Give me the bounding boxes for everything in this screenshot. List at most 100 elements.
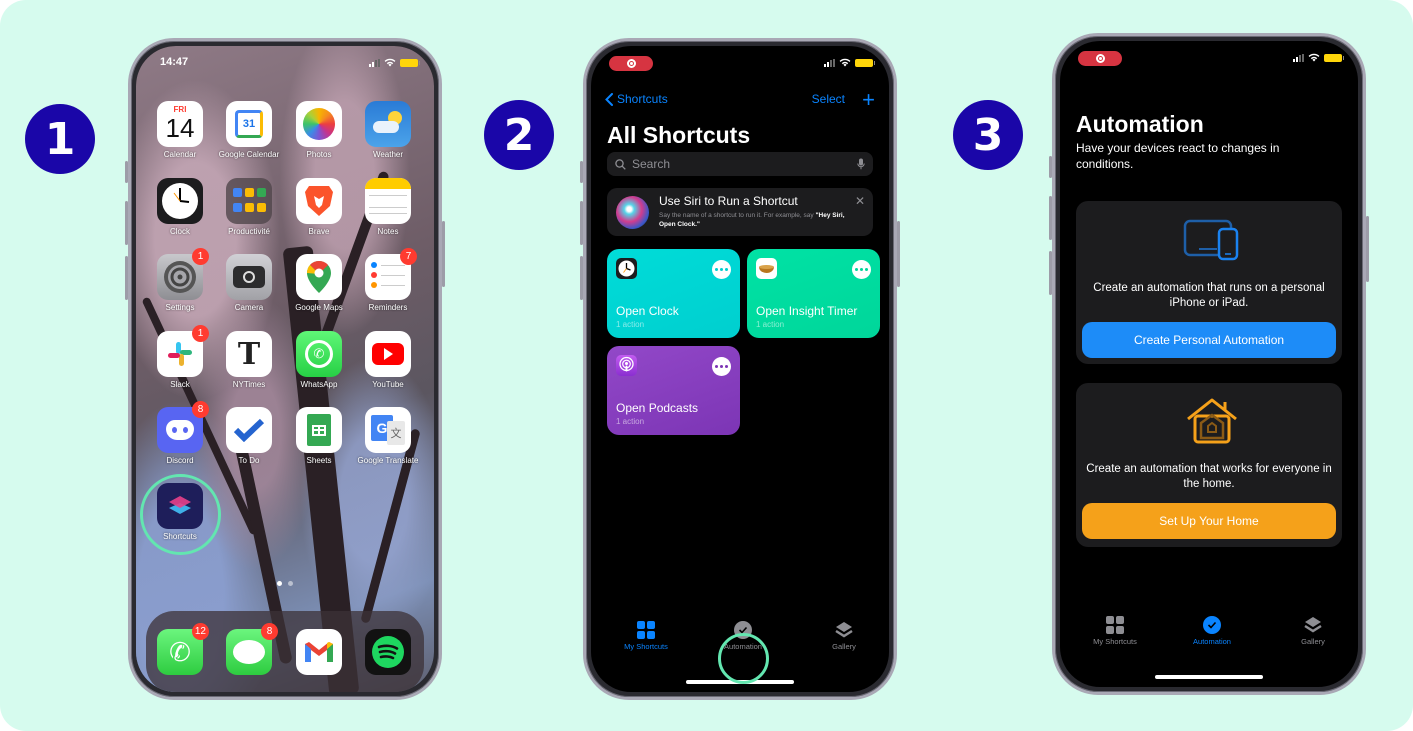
app-camera[interactable]: Camera	[224, 254, 274, 312]
step-badge-2: 2	[484, 100, 554, 170]
set-up-home-button[interactable]: Set Up Your Home	[1082, 503, 1336, 539]
app-brave[interactable]: Brave	[294, 178, 344, 236]
discord-icon: 8	[157, 401, 209, 453]
more-options-button[interactable]	[712, 260, 731, 279]
app-label: To Do	[238, 456, 260, 465]
app-photos[interactable]: Photos	[294, 101, 344, 159]
tab-gallery[interactable]: Gallery	[804, 620, 884, 651]
home-indicator[interactable]	[1155, 675, 1263, 679]
app-to-do[interactable]: To Do	[224, 407, 274, 465]
shortcut-tile-open-insight-timer[interactable]: Open Insight Timer 1 action	[747, 249, 880, 338]
shortcut-action-count: 1 action	[756, 320, 785, 329]
siri-tip-body: Say the name of a shortcut to run it. Fo…	[659, 211, 859, 229]
create-personal-automation-button[interactable]: Create Personal Automation	[1082, 322, 1336, 358]
app-sheets[interactable]: Sheets	[294, 407, 344, 465]
whatsapp-icon: ✆	[296, 331, 342, 377]
more-options-button[interactable]	[852, 260, 871, 279]
devices-icon	[1183, 219, 1239, 261]
app-slack[interactable]: 1 Slack	[155, 325, 209, 389]
app-messages[interactable]: 8	[224, 623, 278, 675]
app-youtube[interactable]: YouTube	[363, 331, 413, 389]
app-google-translate[interactable]: G 文 Google Translate	[358, 407, 418, 465]
brave-icon	[296, 178, 342, 224]
battery-icon	[1324, 53, 1344, 62]
app-calendar[interactable]: FRI 14 Calendar	[155, 101, 205, 159]
app-label: Google Maps	[295, 303, 343, 312]
tab-label: Automation	[1193, 637, 1231, 646]
app-label: Weather	[372, 150, 404, 159]
chevron-left-icon	[605, 92, 613, 106]
notification-badge: 8	[192, 401, 209, 418]
app-google-calendar[interactable]: 31 Google Calendar	[219, 101, 279, 159]
home-icon	[1187, 398, 1237, 444]
tab-automation[interactable]: Automation	[1172, 615, 1252, 646]
shortcut-tile-open-podcasts[interactable]: Open Podcasts 1 action	[607, 346, 740, 435]
app-label: Settings	[165, 303, 195, 312]
folder-icon	[226, 178, 272, 224]
tab-my-shortcuts[interactable]: My Shortcuts	[1075, 615, 1155, 646]
gmail-icon	[296, 629, 342, 675]
notification-badge: 12	[191, 623, 209, 640]
app-notes[interactable]: Notes	[363, 178, 413, 236]
power-button	[442, 221, 445, 287]
shortcut-name: Open Clock	[616, 304, 679, 318]
tab-bar: My Shortcuts Automation Gallery	[1060, 607, 1358, 687]
app-reminders[interactable]: 7 Reminders	[363, 248, 417, 312]
siri-tip-text: Say the name of a shortcut to run it. Fo…	[659, 212, 816, 219]
shortcut-name: Open Insight Timer	[756, 304, 858, 318]
tab-my-shortcuts[interactable]: My Shortcuts	[606, 620, 686, 651]
clock-icon	[616, 258, 637, 279]
app-gmail[interactable]	[294, 629, 344, 675]
close-icon[interactable]: ✕	[855, 194, 865, 208]
wifi-icon	[1308, 53, 1320, 62]
app-label: Discord	[166, 456, 194, 465]
spotify-icon	[365, 629, 411, 675]
app-label: Photos	[306, 150, 332, 159]
search-input[interactable]: Search	[607, 152, 873, 176]
home-screen: 14:47 FRI 14 Calendar 31 Google Calendar Phot…	[136, 46, 434, 692]
automation-highlight-ring	[718, 633, 769, 684]
app-label: Camera	[234, 303, 264, 312]
shortcut-tile-open-clock[interactable]: Open Clock 1 action	[607, 249, 740, 338]
layers-icon	[834, 620, 854, 640]
siri-tip-title: Use Siri to Run a Shortcut	[659, 194, 798, 208]
clock-icon	[157, 178, 203, 224]
screen-recording-indicator[interactable]	[1078, 51, 1122, 66]
signal-icon	[369, 58, 380, 67]
podcasts-icon	[616, 355, 637, 376]
wifi-icon	[839, 58, 851, 67]
slack-icon: 1	[157, 325, 209, 377]
app-label: Productivité	[228, 227, 270, 236]
siri-tip-card: Use Siri to Run a Shortcut Say the name …	[607, 188, 873, 236]
tab-label: Gallery	[832, 642, 856, 651]
screen-recording-indicator[interactable]	[609, 56, 653, 71]
app-nytimes[interactable]: T NYTimes	[224, 331, 274, 389]
tab-gallery[interactable]: Gallery	[1273, 615, 1353, 646]
app-phone[interactable]: ✆ 12	[155, 623, 209, 675]
page-indicator[interactable]	[277, 581, 293, 586]
app-spotify[interactable]	[363, 629, 413, 675]
app-whatsapp[interactable]: ✆ WhatsApp	[294, 331, 344, 389]
add-shortcut-button[interactable]: +	[862, 87, 875, 113]
app-productivit-[interactable]: Productivité	[224, 178, 274, 236]
siri-icon	[616, 196, 649, 229]
back-button[interactable]: Shortcuts	[605, 92, 668, 106]
google-calendar-icon: 31	[226, 101, 272, 147]
navigation-bar: Shortcuts Select +	[605, 87, 875, 113]
page-title: All Shortcuts	[607, 122, 751, 148]
app-label: Clock	[169, 227, 190, 236]
phone-automation-screen: Automation Have your devices react to ch…	[1049, 33, 1369, 695]
microphone-icon[interactable]	[857, 158, 865, 170]
home-automation-card: Create an automation that works for ever…	[1076, 383, 1342, 547]
app-weather[interactable]: Weather	[363, 101, 413, 159]
app-discord[interactable]: 8 Discord	[155, 401, 209, 465]
app-clock[interactable]: Clock	[155, 178, 205, 236]
app-google-maps[interactable]: Google Maps	[294, 254, 344, 312]
settings-icon: 1	[157, 248, 209, 300]
app-settings[interactable]: 1 Settings	[155, 248, 209, 312]
mute-switch	[125, 161, 128, 183]
phone-icon: ✆ 12	[157, 623, 209, 675]
step-number: 1	[44, 113, 76, 165]
more-options-button[interactable]	[712, 357, 731, 376]
select-button[interactable]: Select	[812, 92, 845, 106]
